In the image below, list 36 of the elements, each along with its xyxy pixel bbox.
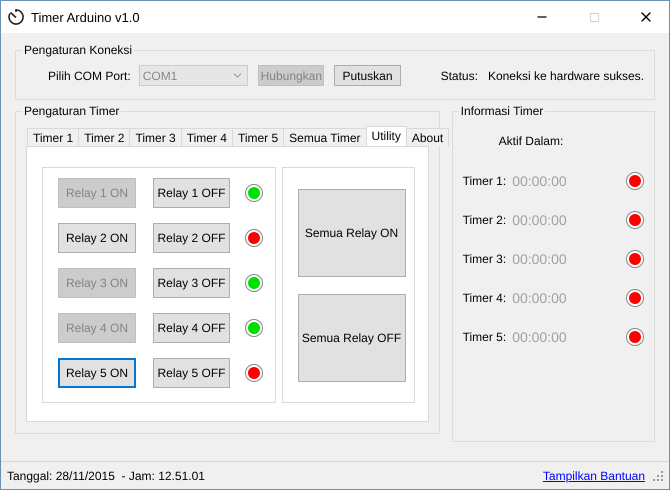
all-relay-off-button[interactable]: Semua Relay OFF — [298, 294, 406, 382]
timer-countdown: 00:00:00 — [512, 290, 568, 306]
group-title: Pengaturan Koneksi — [23, 43, 134, 57]
window-title: Timer Arduino v1.0 — [31, 10, 141, 24]
relay-on-button[interactable]: Relay 5 ON — [58, 358, 136, 388]
status-label: Status: — [440, 68, 478, 82]
group-title: Informasi Timer — [460, 104, 544, 118]
relay-off-button[interactable]: Relay 1 OFF — [153, 178, 230, 208]
timer-countdown: 00:00:00 — [512, 212, 568, 228]
timer-label: Timer 1: — [462, 174, 506, 188]
resize-grip-icon — [653, 470, 663, 480]
stopwatch-icon — [7, 8, 25, 26]
timer-label: Timer 3: — [462, 252, 506, 266]
active-heading: Aktif Dalam: — [498, 134, 564, 148]
timer-label: Timer 4: — [462, 291, 506, 305]
group-title: Pengaturan Timer — [23, 104, 120, 118]
port-label: Pilih COM Port: — [48, 68, 131, 82]
tab[interactable]: Timer 1 — [27, 128, 80, 146]
tab[interactable]: About — [406, 128, 450, 146]
timer-countdown: 00:00:00 — [512, 173, 568, 189]
timer-countdown: 00:00:00 — [512, 329, 568, 345]
relay-off-button[interactable]: Relay 2 OFF — [153, 223, 230, 253]
relay-off-button[interactable]: Relay 5 OFF — [153, 358, 230, 388]
tab[interactable]: Utility — [366, 126, 407, 146]
timer-label: Timer 5: — [462, 330, 506, 344]
timer-label: Timer 2: — [462, 213, 506, 227]
relay-off-button[interactable]: Relay 3 OFF — [153, 268, 230, 298]
relay-off-button[interactable]: Relay 4 OFF — [153, 313, 230, 343]
date-time-text: Tanggal: 28/11/2015 - Jam: 12.51.01 — [7, 468, 206, 482]
maximize-icon — [588, 12, 600, 22]
disconnect-button[interactable]: Putuskan — [334, 65, 401, 86]
timer-countdown: 00:00:00 — [512, 251, 568, 267]
relay-on-button[interactable]: Relay 2 ON — [58, 223, 136, 253]
help-link[interactable]: Tampilkan Bantuan — [542, 468, 645, 482]
status-text: Koneksi ke hardware sukses. — [488, 68, 644, 82]
all-relay-on-button[interactable]: Semua Relay ON — [298, 189, 406, 277]
